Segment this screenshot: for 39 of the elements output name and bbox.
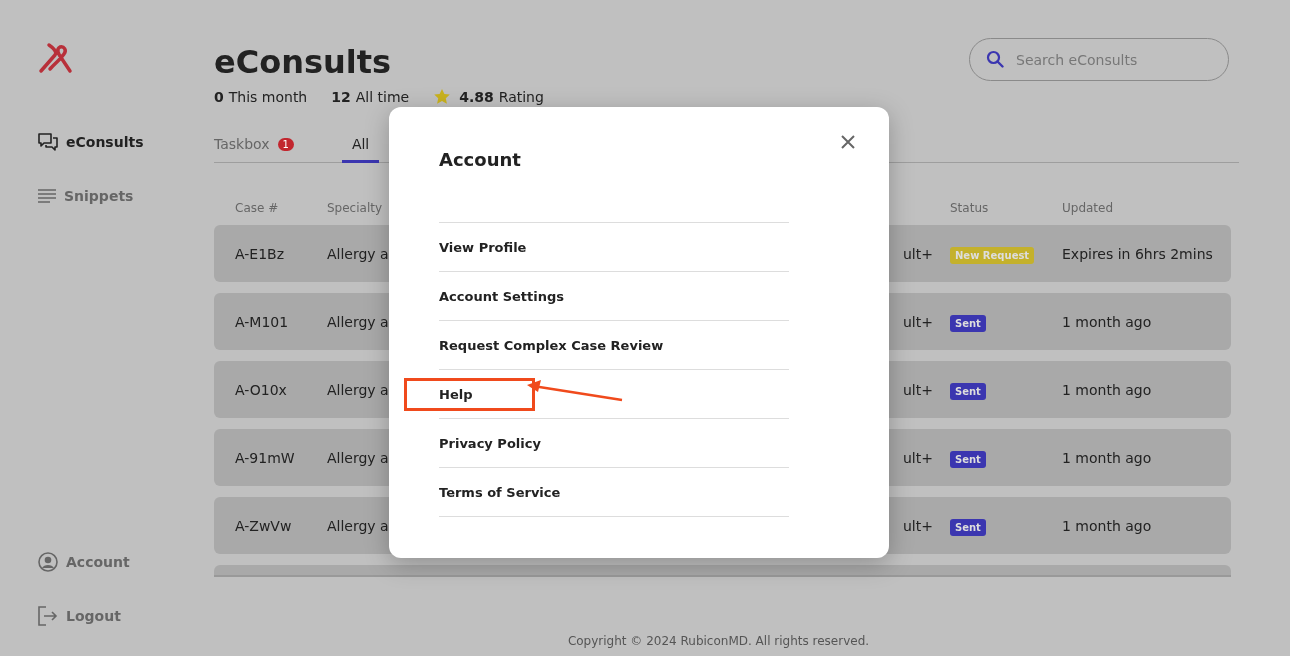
stat-value: 0 <box>214 89 224 105</box>
table-cell-text: ult+ <box>902 313 933 330</box>
table-cell-text: ult+ <box>902 245 933 262</box>
count-badge: 1 <box>277 137 294 151</box>
table-cell: A-ZwVw <box>235 517 292 534</box>
table-cell: Allergy a <box>327 381 389 398</box>
rating-label: Rating <box>498 89 544 105</box>
column-header: Specialty <box>327 201 384 217</box>
status-badge: Sent <box>950 518 986 536</box>
table-cell: Expires in 6hrs 2mins <box>1062 245 1213 262</box>
table-cell-text: ult+ <box>902 381 933 398</box>
table-cell: Allergy a <box>327 245 389 262</box>
copyright-text: Copyright © 2024 RubiconMD. All rights reserved. <box>567 634 870 650</box>
rating-value: 4.88 <box>459 89 494 105</box>
status-badge: Sent <box>950 450 986 468</box>
table-cell: A-M101 <box>235 313 289 330</box>
dialog-title: Account <box>439 149 521 170</box>
table-cell: A-91mW <box>235 449 295 466</box>
column-header: Status <box>950 201 990 217</box>
status-badge: Sent <box>950 314 986 332</box>
page-title: eConsults <box>214 42 393 82</box>
stat-label: All time <box>355 89 410 105</box>
status-badge: New Request <box>950 246 1035 264</box>
table-cell-text: ult+ <box>902 517 933 534</box>
table-cell: 1 month ago <box>1062 313 1152 330</box>
column-header: Updated <box>1062 201 1115 217</box>
column-header: Case # <box>235 201 280 217</box>
table-cell: A-E1Bz <box>235 245 285 262</box>
table-cell: Allergy a <box>327 517 389 534</box>
table-cell: Allergy a <box>327 313 389 330</box>
table-cell: A-O10x <box>235 381 287 398</box>
stat-label: This month <box>228 89 308 105</box>
status-badge: Sent <box>950 382 986 400</box>
table-cell-text: ult+ <box>902 449 933 466</box>
table-cell: 1 month ago <box>1062 381 1152 398</box>
stat-value: 12 <box>331 89 351 105</box>
table-cell: Allergy a <box>327 449 389 466</box>
table-cell: 1 month ago <box>1062 517 1152 534</box>
table-cell: 1 month ago <box>1062 449 1152 466</box>
